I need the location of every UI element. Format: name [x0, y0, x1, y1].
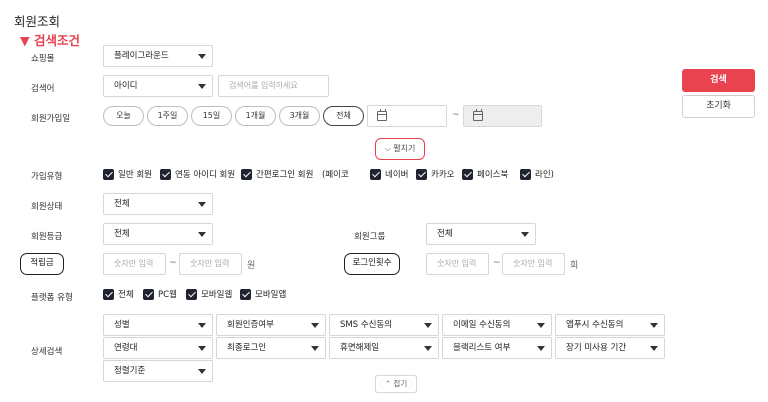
member-group-select[interactable]: 전체 — [426, 223, 536, 245]
section-title: ▼ 검색조건 — [20, 33, 80, 48]
points-separator: ~ — [169, 258, 177, 268]
checkbox-checked-icon — [370, 169, 381, 180]
detail-last-login-select[interactable]: 최종로그인 — [216, 337, 326, 359]
shopping-mall-label: 쇼핑몰 — [31, 54, 55, 64]
login-count-unit: 회 — [570, 261, 579, 271]
platform-pcweb-checkbox[interactable]: PC웹 — [143, 289, 177, 301]
range-1week-button[interactable]: 1주일 — [147, 106, 188, 126]
checkbox-checked-icon — [160, 169, 171, 180]
reset-button[interactable]: 초기화 — [682, 95, 755, 118]
points-unit: 원 — [247, 261, 256, 271]
platform-type-label: 플랫폼 유형 — [31, 293, 73, 303]
points-max-input[interactable]: 숫자만 입력 — [179, 253, 242, 275]
checkbox-checked-icon — [520, 169, 531, 180]
login-count-max-input[interactable]: 숫자만 입력 — [502, 253, 565, 275]
join-type-kakao-checkbox[interactable]: 카카오 — [416, 169, 454, 181]
member-grade-select[interactable]: 전체 — [103, 223, 213, 245]
points-min-input[interactable]: 숫자만 입력 — [103, 253, 166, 275]
checkbox-checked-icon — [240, 289, 251, 300]
range-1month-button[interactable]: 1개월 — [235, 106, 276, 126]
detail-dormant-release-select[interactable]: 휴면해제일 — [329, 337, 439, 359]
member-group-label: 회원그룹 — [354, 232, 386, 242]
detail-verification-select[interactable]: 회원인증여부 — [216, 314, 326, 336]
detail-gender-select[interactable]: 성별 — [103, 314, 213, 336]
page-title: 회원조회 — [14, 14, 61, 29]
member-grade-label: 회원등급 — [31, 232, 63, 242]
range-today-button[interactable]: 오늘 — [103, 106, 144, 126]
checkbox-checked-icon — [416, 169, 427, 180]
join-type-linked-checkbox[interactable]: 연동 아이디 회원 — [160, 169, 235, 181]
platform-mobileapp-checkbox[interactable]: 모바일앱 — [240, 289, 286, 301]
range-3months-button[interactable]: 3개월 — [279, 106, 320, 126]
detail-search-label: 상세검색 — [31, 347, 63, 357]
join-date-end-field[interactable] — [463, 105, 542, 127]
checkbox-checked-icon — [186, 289, 197, 300]
join-type-facebook-checkbox[interactable]: 페이스북 — [462, 169, 508, 181]
expand-button[interactable]: ⌵ 펼치기 — [375, 138, 425, 160]
platform-mobileweb-checkbox[interactable]: 모바일웹 — [186, 289, 232, 301]
range-15days-button[interactable]: 15일 — [191, 106, 232, 126]
join-type-line-checkbox[interactable]: 라인) — [520, 169, 554, 181]
checkbox-checked-icon — [143, 289, 154, 300]
checkbox-checked-icon — [241, 169, 252, 180]
member-status-select[interactable]: 전체 — [103, 193, 213, 215]
detail-sms-consent-select[interactable]: SMS 수신동의 — [329, 314, 439, 336]
search-type-select[interactable]: 아이디 — [103, 75, 213, 97]
checkbox-checked-icon — [103, 169, 114, 180]
join-type-label: 가입유형 — [31, 172, 63, 182]
join-type-payco-checkbox[interactable]: (페이코 — [322, 169, 349, 181]
collapse-button[interactable]: ⌃ 접기 — [375, 375, 417, 393]
detail-push-consent-select[interactable]: 앱푸시 수신동의 — [555, 314, 665, 336]
login-count-min-input[interactable]: 숫자만 입력 — [426, 253, 489, 275]
join-type-naver-checkbox[interactable]: 네이버 — [370, 169, 408, 181]
login-count-label: 로그인횟수 — [344, 253, 400, 275]
detail-email-consent-select[interactable]: 이메일 수신동의 — [442, 314, 552, 336]
detail-blacklist-select[interactable]: 블랙리스트 여부 — [442, 337, 552, 359]
login-count-separator: ~ — [493, 258, 501, 268]
detail-age-select[interactable]: 연령대 — [103, 337, 213, 359]
join-date-start-field[interactable] — [367, 105, 447, 127]
platform-all-checkbox[interactable]: 전체 — [103, 289, 134, 301]
join-type-simple-login-checkbox[interactable]: 간편로그인 회원 — [241, 169, 313, 181]
search-button[interactable]: 검색 — [682, 69, 755, 92]
checkbox-checked-icon — [462, 169, 473, 180]
points-label: 적립금 — [20, 253, 64, 275]
search-input[interactable]: 검색어를 입력하세요 — [218, 75, 329, 97]
detail-long-unused-select[interactable]: 장기 미사용 기간 — [555, 337, 665, 359]
shopping-mall-select[interactable]: 플레이그라운드 — [103, 45, 213, 67]
join-date-label: 회원가입일 — [31, 114, 71, 124]
calendar-icon — [473, 109, 483, 121]
search-keyword-label: 검색어 — [31, 84, 55, 94]
member-status-label: 회원상태 — [31, 202, 63, 212]
date-separator: ~ — [452, 110, 460, 120]
detail-sort-select[interactable]: 정렬기준 — [103, 360, 213, 382]
range-all-button[interactable]: 전체 — [323, 106, 364, 126]
join-type-general-checkbox[interactable]: 일반 회원 — [103, 169, 152, 181]
calendar-icon — [377, 109, 387, 121]
checkbox-checked-icon — [103, 289, 114, 300]
